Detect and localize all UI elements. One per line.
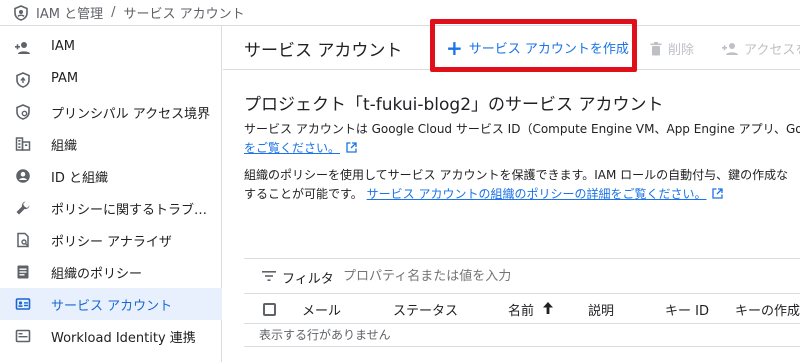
delete-button-label: 削除: [668, 43, 695, 58]
policy-docs-link[interactable]: サービス アカウントの組織のポリシーの詳細をご覧ください。: [367, 187, 707, 201]
breadcrumb-current-page: サービス アカウント: [123, 7, 245, 22]
person-add-icon: [722, 42, 738, 55]
organization-icon: [15, 137, 31, 151]
plus-icon: +: [446, 35, 463, 60]
policy-analyzer-icon: [17, 232, 29, 248]
sidebar-item-label: ポリシーに関するトラブ…: [51, 203, 208, 218]
sidebar-item-principal-access-boundary[interactable]: プリンシパル アクセス境界: [0, 96, 222, 128]
sidebar-item-label: PAM: [51, 71, 79, 86]
policy-paragraph: 組織のポリシーを使用してサービス アカウントを保護できます。IAM ロールの自動…: [244, 166, 788, 204]
toolbar: サービス アカウント + サービス アカウントを作成 削除 アクセスを: [223, 19, 800, 72]
workload-identity-icon: [15, 329, 31, 343]
manage-access-button[interactable]: アクセスを: [722, 39, 800, 58]
column-header-status[interactable]: ステータス: [393, 300, 458, 319]
sidebar-item-policy-troubleshooter[interactable]: ポリシーに関するトラブ…: [0, 192, 222, 224]
create-service-account-button[interactable]: + サービス アカウントを作成: [446, 35, 629, 60]
sidebar-item-service-accounts[interactable]: サービス アカウント: [0, 288, 222, 320]
external-link-icon: [346, 142, 357, 153]
sidebar-item-label: Workload Identity 連携: [51, 331, 196, 346]
shield-icon: [16, 72, 30, 88]
intro-text: サービス アカウントは Google Cloud サービス ID（Compute…: [244, 122, 800, 136]
shield-icon: [14, 4, 28, 21]
table-header-row: メール ステータス 名前 説明 キー ID キーの作成日: [244, 294, 800, 324]
column-header-name[interactable]: 名前: [508, 300, 534, 319]
sidebar-item-label: ID と組織: [51, 171, 108, 186]
sidebar-item-label: サービス アカウント: [51, 299, 173, 314]
principal-access-icon: [16, 104, 30, 120]
service-account-icon: [15, 298, 31, 310]
page-title: サービス アカウント: [244, 41, 403, 61]
sort-ascending-icon[interactable]: [542, 301, 554, 315]
main-content: サービス アカウント + サービス アカウントを作成 削除 アクセスを プロジェ…: [223, 19, 800, 362]
create-button-label: サービス アカウントを作成: [468, 42, 629, 57]
external-link-icon: [712, 188, 724, 199]
column-header-key-id[interactable]: キー ID: [665, 300, 709, 319]
sidebar-item-policy-analyzer[interactable]: ポリシー アナライザ: [0, 224, 222, 256]
policy-text: 組織のポリシーを使用してサービス アカウントを保護できます。IAM ロールの自動…: [244, 168, 789, 182]
sidebar-item-label: IAM: [51, 39, 75, 54]
intro-paragraph: サービス アカウントは Google Cloud サービス ID（Compute…: [244, 120, 800, 158]
person-add-icon: [15, 42, 30, 54]
sidebar-item-label: 組織のポリシー: [51, 267, 143, 282]
sidebar-item-organization-policies[interactable]: 組織のポリシー: [0, 256, 222, 288]
delete-button[interactable]: 削除: [650, 39, 694, 58]
select-all-checkbox[interactable]: [263, 303, 276, 316]
project-heading: プロジェクト「t-fukui-blog2」のサービス アカウント: [244, 95, 664, 115]
sidebar-item-pam[interactable]: PAM: [0, 64, 222, 96]
filter-label: フィルタ: [282, 272, 334, 287]
sidebar-item-organization[interactable]: 組織: [0, 128, 222, 160]
column-header-key-created[interactable]: キーの作成日: [735, 300, 800, 319]
table-bottom-divider: [244, 346, 800, 347]
breadcrumb-section[interactable]: IAM と管理: [36, 3, 103, 22]
wrench-icon: [16, 201, 30, 215]
policy-text-prefix: することが可能です。: [244, 187, 363, 201]
intro-docs-link[interactable]: をご覧ください。: [244, 141, 340, 155]
sidebar-item-label: ポリシー アナライザ: [51, 235, 172, 250]
column-header-description[interactable]: 説明: [588, 300, 614, 319]
filter-icon: [262, 271, 276, 281]
sidebar-item-label: 組織: [51, 139, 78, 154]
breadcrumb-separator: /: [111, 5, 116, 20]
account-circle-icon: [16, 169, 30, 183]
breadcrumb: IAM と管理 / サービス アカウント: [0, 0, 800, 26]
sidebar-item-iam[interactable]: IAM: [0, 32, 222, 64]
filter-input[interactable]: [343, 268, 643, 283]
filter-bar: フィルタ: [244, 258, 800, 294]
trash-icon: [650, 41, 662, 55]
sidebar-nav: IAM PAM プリンシパル アクセス境界 組織 ID と組織 ポリシーに関する…: [0, 26, 222, 362]
document-icon: [17, 265, 29, 279]
sidebar-item-identity-organization[interactable]: ID と組織: [0, 160, 222, 192]
sidebar-item-label: プリンシパル アクセス境界: [51, 107, 211, 122]
manage-access-label: アクセスを: [744, 43, 800, 58]
empty-table-message: 表示する行がありません: [259, 328, 391, 342]
sidebar-item-workload-identity[interactable]: Workload Identity 連携: [0, 320, 222, 352]
column-header-email[interactable]: メール: [302, 300, 341, 319]
